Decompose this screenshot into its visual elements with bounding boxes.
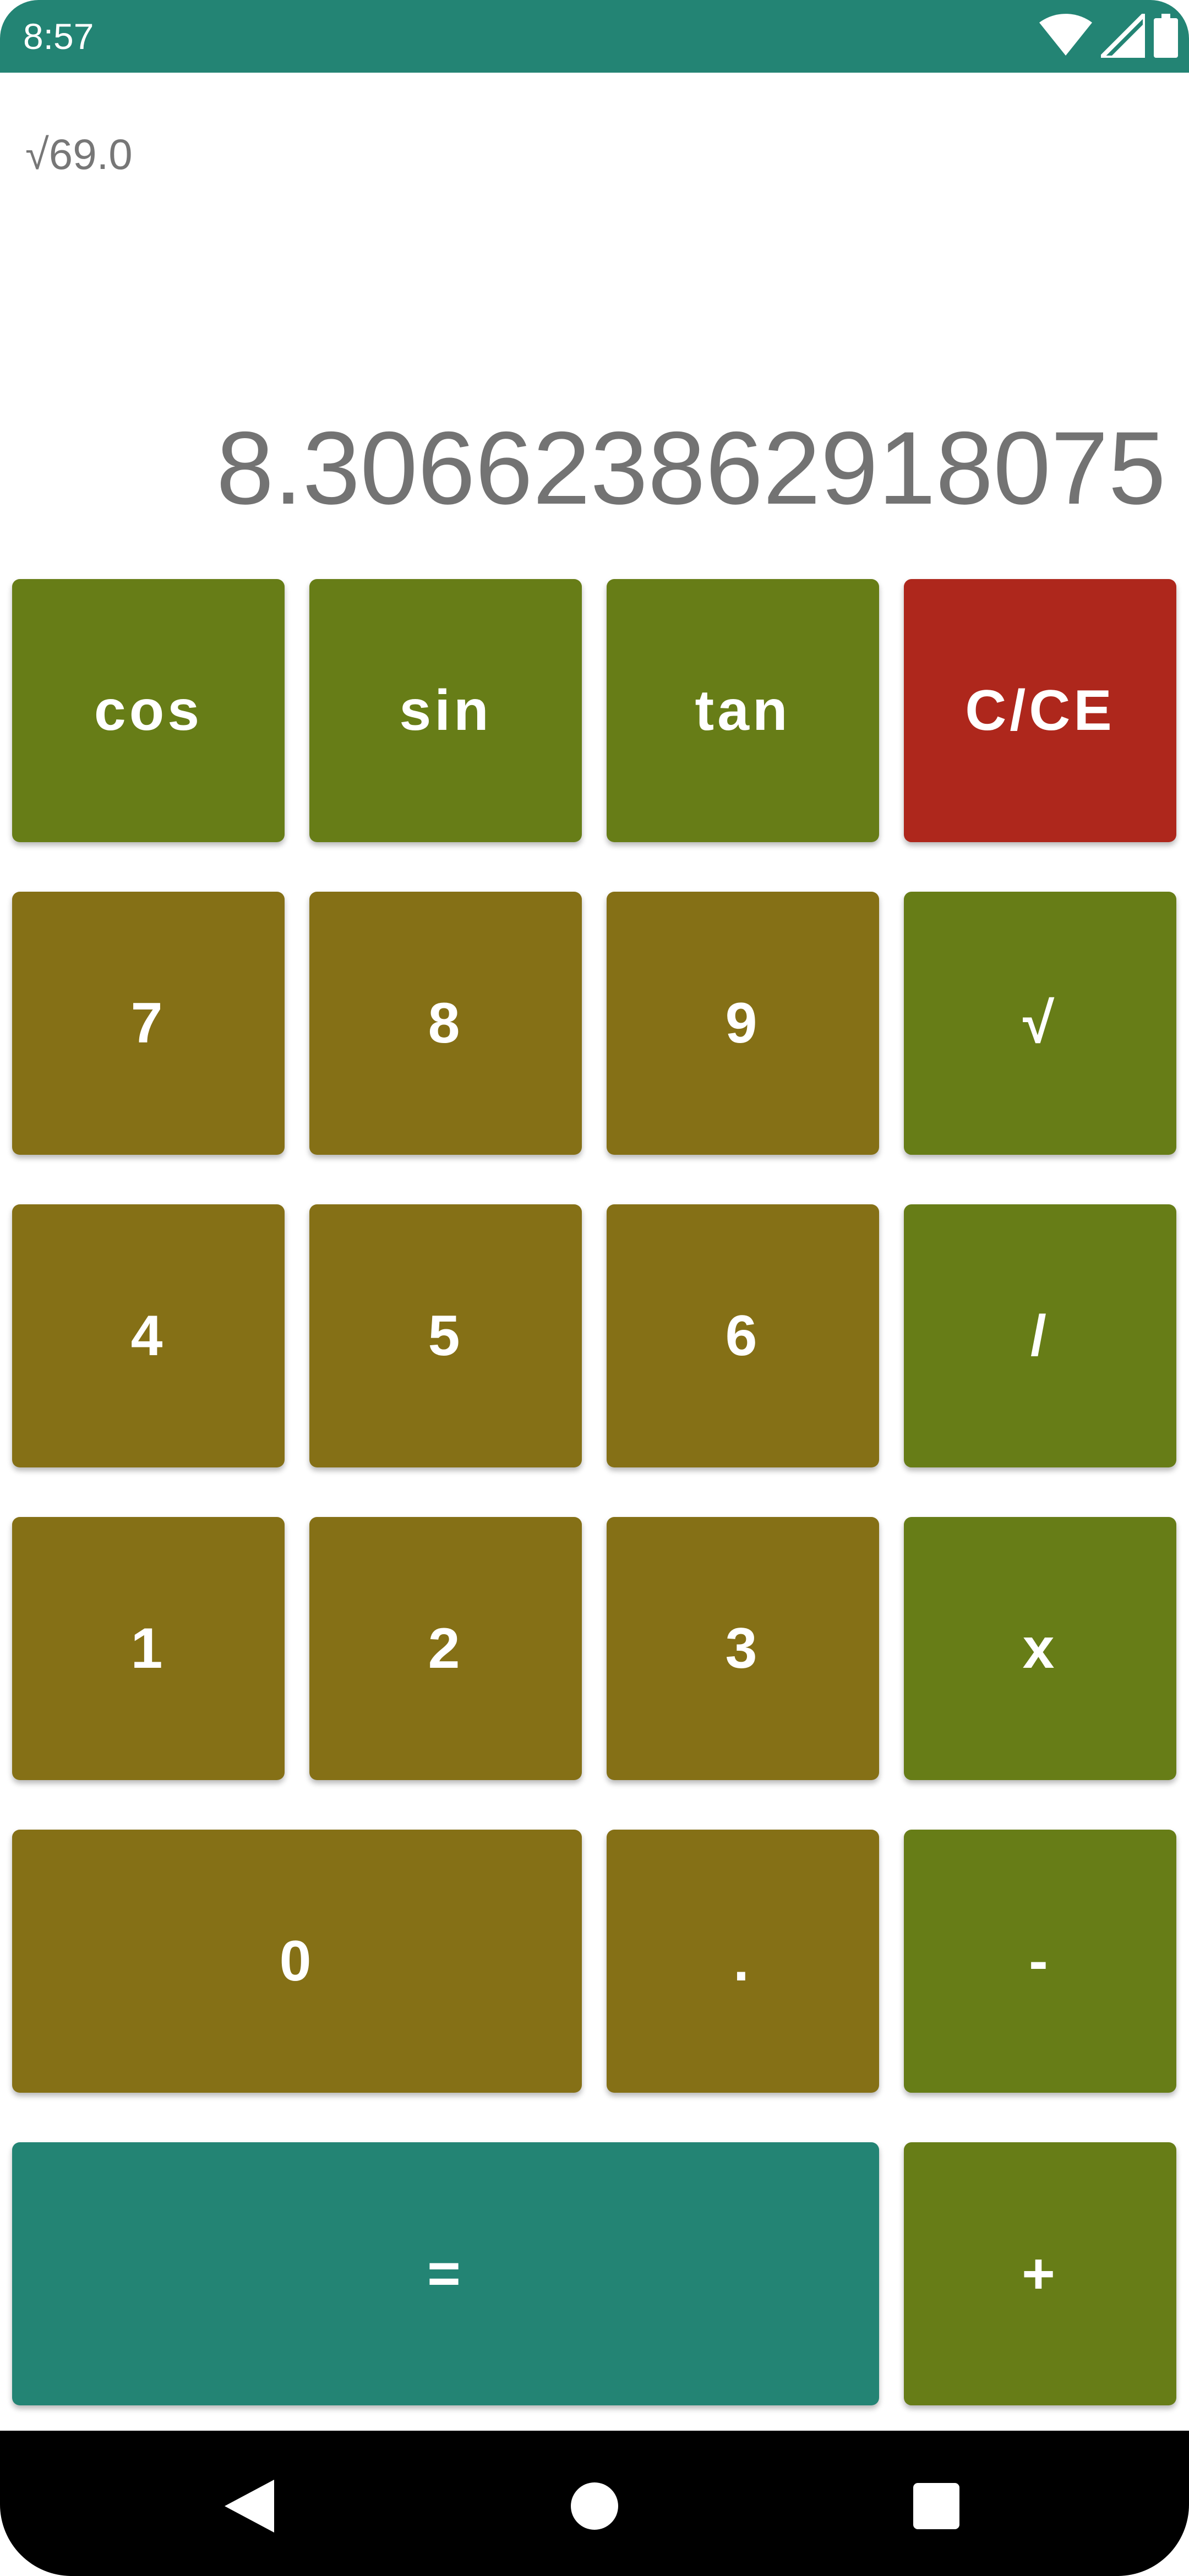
tan-button[interactable]: tan xyxy=(607,579,879,842)
status-time: 8:57 xyxy=(23,16,94,57)
expression-display: √69.0 xyxy=(25,130,133,178)
add-button[interactable]: + xyxy=(904,2142,1176,2405)
digit-2-button[interactable]: 2 xyxy=(309,1517,582,1780)
back-button[interactable] xyxy=(219,2476,280,2536)
result-display: 8.306623862918075 xyxy=(216,410,1166,526)
divide-button[interactable]: / xyxy=(904,1204,1176,1467)
back-icon xyxy=(225,2480,274,2533)
recents-icon xyxy=(913,2483,959,2529)
home-button[interactable] xyxy=(564,2476,625,2536)
status-icons xyxy=(1039,11,1178,61)
wifi-icon xyxy=(1039,14,1092,56)
digit-6-button[interactable]: 6 xyxy=(607,1204,879,1467)
navigation-bar xyxy=(0,2431,1189,2576)
cos-button[interactable]: cos xyxy=(12,579,285,842)
equals-button[interactable]: = xyxy=(12,2142,879,2405)
decimal-button[interactable]: . xyxy=(607,1830,879,2093)
cellular-signal-icon xyxy=(1101,14,1145,58)
subtract-button[interactable]: - xyxy=(904,1830,1176,2093)
digit-0-button[interactable]: 0 xyxy=(12,1830,582,2093)
digit-8-button[interactable]: 8 xyxy=(309,892,582,1155)
digit-5-button[interactable]: 5 xyxy=(309,1204,582,1467)
clear-button[interactable]: C/CE xyxy=(904,579,1176,842)
digit-1-button[interactable]: 1 xyxy=(12,1517,285,1780)
multiply-button[interactable]: x xyxy=(904,1517,1176,1780)
status-bar: 8:57 xyxy=(0,0,1189,73)
home-icon xyxy=(571,2482,618,2530)
digit-9-button[interactable]: 9 xyxy=(607,892,879,1155)
calculator-screen: 8:57 √69.0 8.306623862918075 cos sin tan… xyxy=(0,0,1189,2576)
sin-button[interactable]: sin xyxy=(309,579,582,842)
digit-3-button[interactable]: 3 xyxy=(607,1517,879,1780)
digit-4-button[interactable]: 4 xyxy=(12,1204,285,1467)
digit-7-button[interactable]: 7 xyxy=(12,892,285,1155)
square-root-button[interactable]: √ xyxy=(904,892,1176,1155)
battery-icon xyxy=(1154,14,1178,58)
recents-button[interactable] xyxy=(906,2476,967,2536)
